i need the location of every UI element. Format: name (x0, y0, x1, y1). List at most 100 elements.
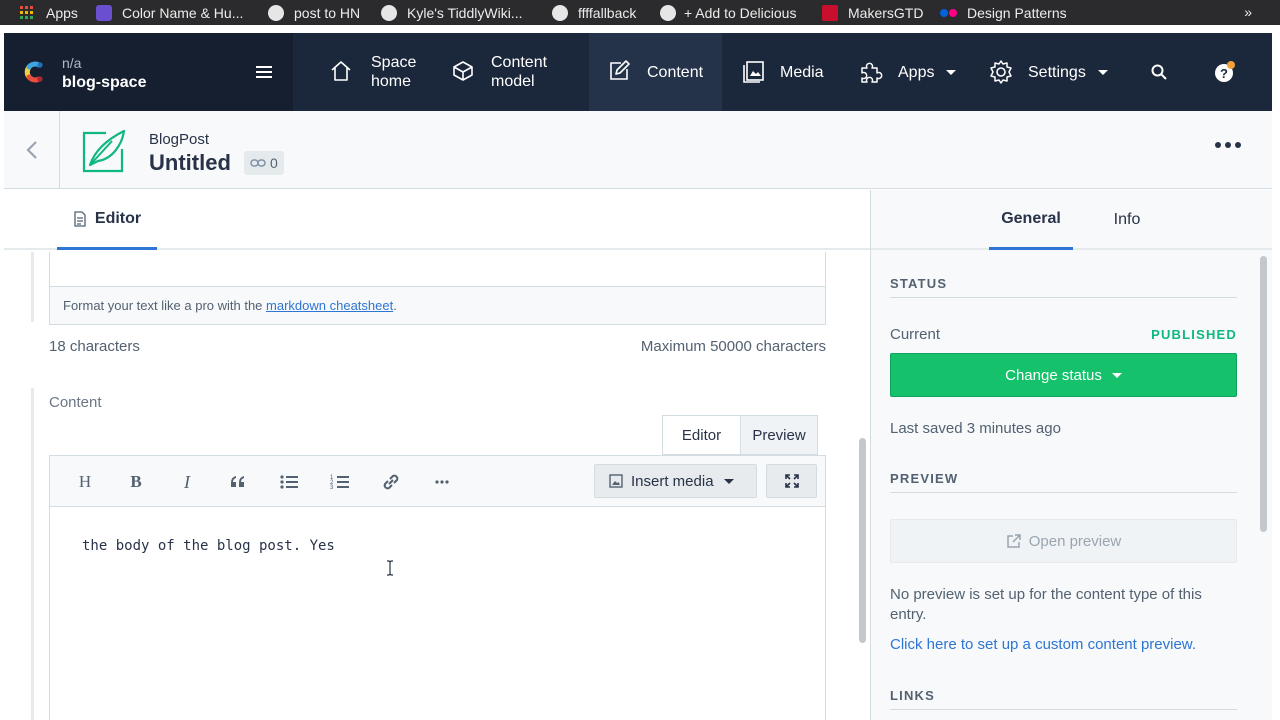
sidebar-scrollbar[interactable] (1260, 256, 1267, 532)
markdown-field-bottom[interactable]: Format your text like a pro with the mar… (49, 252, 826, 325)
help-icon[interactable]: ? (1214, 61, 1236, 83)
field-indicator (31, 388, 34, 720)
chevron-down-icon (946, 69, 957, 75)
tab-info[interactable]: Info (1097, 190, 1157, 250)
bookmark-label: Color Name & Hu... (122, 4, 244, 21)
nav-settings[interactable]: Settings (976, 33, 1136, 111)
nav-space-home[interactable]: Space home (293, 33, 451, 111)
markdown-toolbar: H B I 123 Insert media (49, 455, 826, 507)
heading-button[interactable]: H (74, 471, 96, 493)
image-icon (609, 474, 623, 488)
nav-label: Media (780, 63, 824, 81)
insert-media-label: Insert media (631, 472, 714, 490)
chevron-down-icon (1111, 372, 1122, 378)
bookmark-label: + Add to Delicious (684, 4, 797, 21)
no-preview-text: No preview is set up for the content typ… (890, 586, 1202, 623)
tab-general[interactable]: General (989, 190, 1073, 250)
globe-icon (268, 4, 284, 21)
bookmark-label: Design Patterns (967, 4, 1067, 21)
document-icon (74, 210, 86, 227)
entry-header: BlogPost Untitled 0 (4, 111, 1272, 189)
bulleted-list-icon[interactable] (278, 471, 300, 493)
editor-mode-switch: Editor Preview (662, 415, 818, 455)
link-icon[interactable] (380, 471, 402, 493)
references-badge[interactable]: 0 (244, 151, 284, 175)
nav-label: Space home (371, 54, 417, 90)
bookmark-label: post to HN (294, 4, 361, 21)
entry-sidebar: General Info STATUS Current PUBLISHED Ch… (870, 190, 1272, 720)
bookmark-label: ffffallback (578, 4, 637, 21)
sidebar-tabs: General Info (871, 190, 1272, 250)
bookmark-post-to-hn[interactable]: post to HN (268, 0, 360, 25)
makersgtd-favicon-icon (822, 4, 838, 21)
back-button[interactable] (4, 111, 60, 188)
editor-scrollbar[interactable] (859, 438, 866, 643)
quote-icon[interactable] (227, 471, 249, 493)
markdown-cheatsheet-link[interactable]: markdown cheatsheet (266, 298, 393, 313)
markdown-text: the body of the blog post. Yes (82, 538, 335, 554)
max-character-count: Maximum 50000 characters (640, 338, 826, 355)
nav-media[interactable]: Media (722, 33, 840, 111)
space-switcher[interactable]: n/a blog-space (4, 33, 293, 111)
mode-preview-button[interactable]: Preview (740, 415, 818, 455)
bookmark-design-patterns[interactable]: Design Patterns (940, 0, 1067, 25)
bookmark-makersgtd[interactable]: MakersGTD (822, 0, 923, 25)
flickr-dots-icon (940, 8, 957, 17)
bookmark-delicious[interactable]: + Add to Delicious (660, 0, 796, 25)
tab-label: Editor (94, 209, 142, 227)
bold-button[interactable]: B (125, 471, 147, 493)
nav-label: Apps (898, 63, 935, 81)
nav-apps[interactable]: Apps (840, 33, 976, 111)
bookmark-color-name[interactable]: Color Name & Hu... (96, 0, 243, 25)
fullscreen-button[interactable] (766, 464, 817, 498)
svg-text:?: ? (1220, 66, 1228, 81)
nav-label: Settings (1028, 63, 1086, 81)
chevron-down-icon (723, 478, 734, 484)
link-icon (250, 159, 266, 167)
markdown-help-text: Format your text like a pro with the (63, 298, 267, 313)
links-section-title: LINKS (890, 688, 935, 703)
bookmark-label: MakersGTD (848, 4, 924, 21)
divider (890, 492, 1237, 493)
tab-editor[interactable]: Editor (57, 190, 157, 250)
home-icon (331, 61, 351, 81)
divider (890, 297, 1237, 298)
bookmark-apps[interactable]: Apps (19, 0, 78, 25)
character-count: 18 characters (49, 338, 140, 355)
nav-content[interactable]: Content (589, 33, 722, 111)
svg-text:3: 3 (330, 485, 334, 491)
markdown-help: Format your text like a pro with the mar… (50, 286, 825, 324)
setup-preview-link[interactable]: Click here to set up a custom content pr… (890, 636, 1196, 653)
nav-label: Content (647, 63, 704, 81)
numbered-list-icon[interactable]: 123 (329, 471, 351, 493)
bookmark-ffffallback[interactable]: ffffallback (552, 0, 636, 25)
change-status-button[interactable]: Change status (890, 353, 1237, 397)
insert-media-button[interactable]: Insert media (594, 464, 757, 498)
more-options-icon[interactable] (1214, 141, 1242, 149)
hamburger-menu-icon[interactable] (256, 65, 274, 79)
status-badge: PUBLISHED (1151, 327, 1237, 342)
bookmarks-bar: Apps Color Name & Hu... post to HN Kyle'… (0, 0, 1280, 25)
content-type-name: BlogPost (149, 131, 210, 148)
globe-icon (660, 4, 676, 21)
top-navigation: n/a blog-space Space home Content model … (4, 33, 1272, 111)
more-formatting-icon[interactable] (431, 471, 453, 493)
nav-label: Content model (491, 54, 548, 90)
bookmarks-overflow-button[interactable]: » (1244, 4, 1252, 20)
puzzle-icon (861, 62, 883, 83)
editor-tabs: Editor (4, 190, 870, 250)
globe-icon (381, 4, 397, 21)
open-preview-button[interactable]: Open preview (890, 519, 1237, 563)
status-section-title: STATUS (890, 276, 948, 291)
markdown-textarea[interactable]: the body of the blog post. Yes (49, 506, 826, 720)
mode-editor-button[interactable]: Editor (662, 415, 740, 455)
italic-button[interactable]: I (176, 471, 198, 493)
bookmark-tiddlywiki[interactable]: Kyle's TiddlyWiki... (381, 0, 522, 25)
current-status-label: Current (890, 326, 941, 343)
media-icon (743, 61, 764, 83)
nav-content-model[interactable]: Content model (451, 33, 569, 111)
search-icon[interactable] (1151, 64, 1167, 80)
expand-icon (784, 474, 799, 488)
chevron-down-icon (1097, 69, 1108, 75)
external-link-icon (1006, 533, 1021, 548)
